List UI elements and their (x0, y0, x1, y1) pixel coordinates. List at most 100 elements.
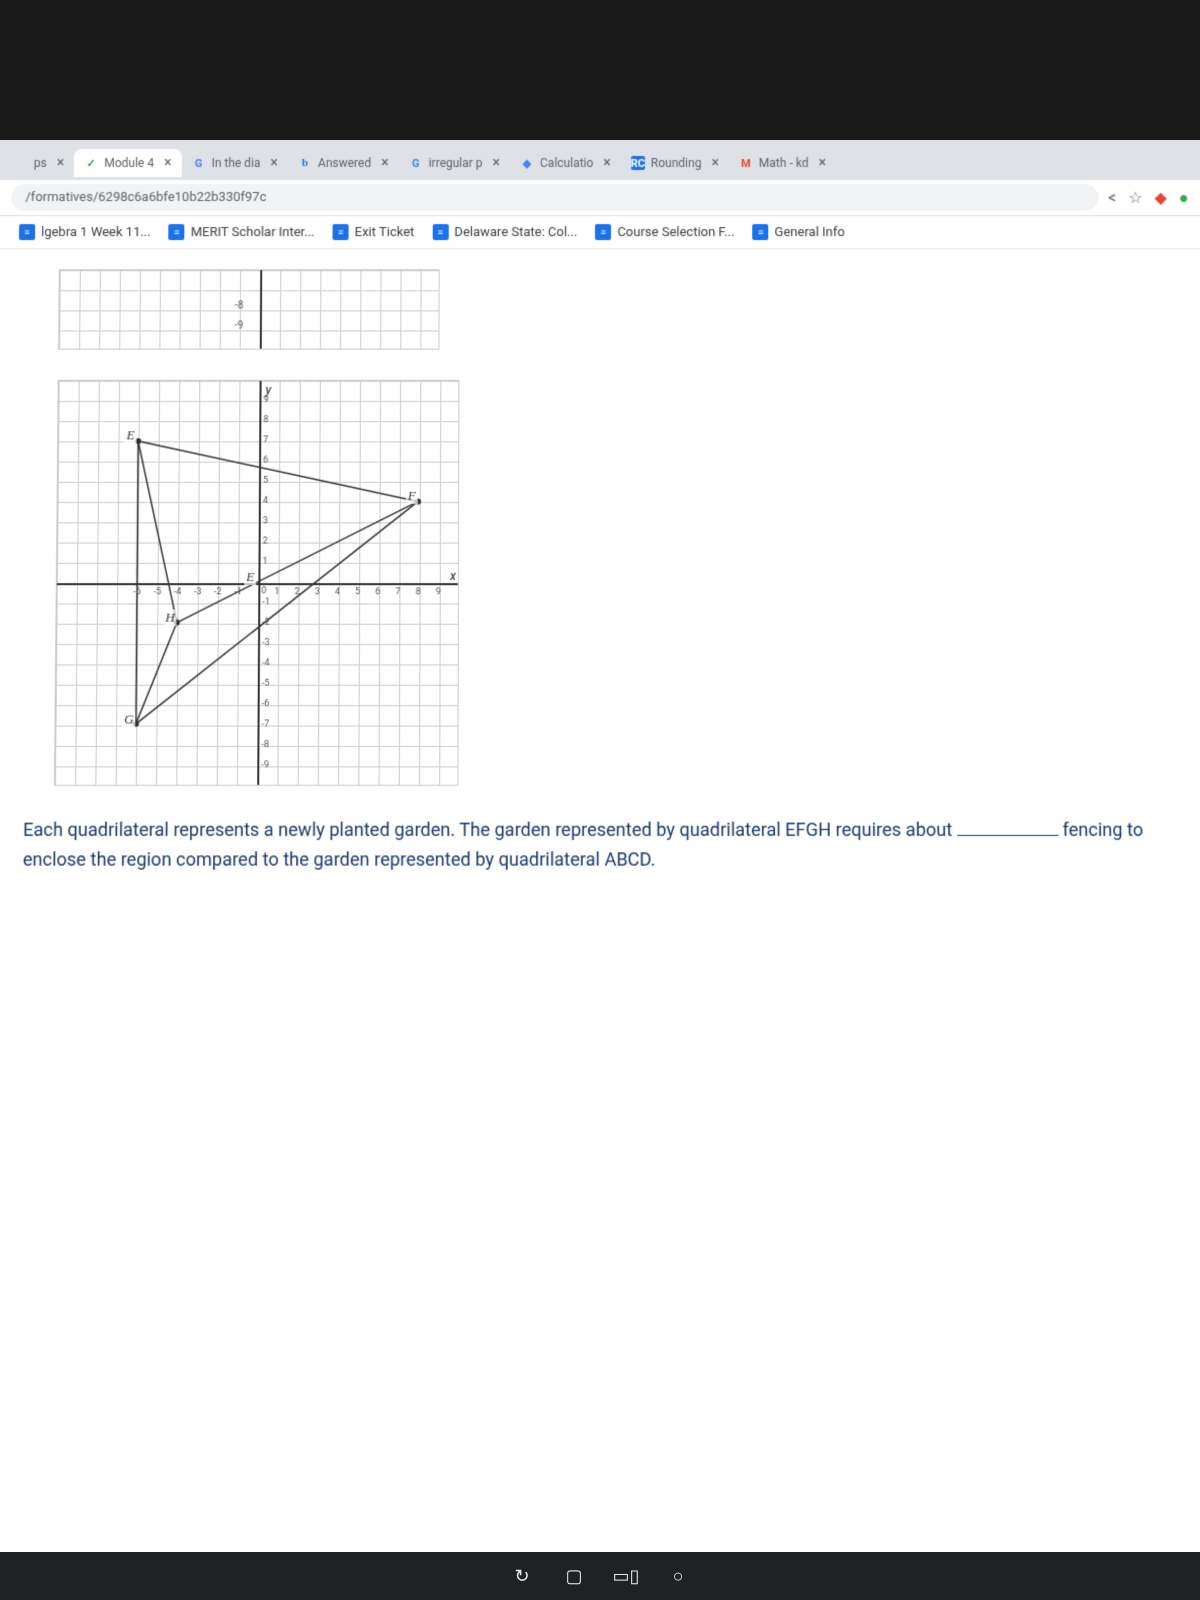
bookmark-item[interactable]: ≡ Exit Ticket (333, 224, 415, 240)
y-tick-label: 5 (263, 476, 268, 486)
star-icon[interactable]: ☆ (1128, 188, 1143, 207)
bookmark-item[interactable]: ≡ lgebra 1 Week 11... (19, 224, 151, 240)
close-icon[interactable]: × (818, 155, 826, 171)
tab-title: In the dia (211, 156, 260, 170)
y-tick-label: 3 (263, 516, 268, 526)
browser-window: ps×✓Module 4×GIn the dia×bAnswered×Girre… (0, 140, 1200, 1574)
tab-title: Answered (318, 156, 371, 170)
tab-title: Math - kd (759, 156, 809, 170)
bookmark-icon: ≡ (169, 224, 185, 240)
tick-label: -9 (235, 320, 243, 331)
y-tick-label: -7 (262, 719, 270, 729)
bookmark-icon: ≡ (753, 224, 769, 240)
close-icon[interactable]: × (381, 155, 389, 171)
tab-title: Rounding (651, 156, 702, 170)
browser-tab[interactable]: ✓ Module 4 × (74, 149, 181, 177)
browser-tab[interactable]: G In the dia × (181, 149, 288, 177)
x-tick-label: -1 (234, 587, 242, 597)
favicon-icon: ◆ (520, 156, 534, 170)
y-tick-label: -3 (262, 638, 270, 648)
browser-tab[interactable]: M Math - kd × (729, 149, 836, 177)
x-tick-label: 5 (355, 587, 360, 597)
y-tick-label: 1 (263, 557, 268, 567)
y-tick-label: -2 (262, 618, 270, 628)
x-axis (57, 583, 458, 585)
tab-title: Module 4 (104, 156, 154, 170)
x-tick-label: -4 (174, 587, 182, 597)
answer-blank[interactable] (957, 818, 1058, 836)
y-tick-label: -5 (262, 679, 270, 689)
y-tick-label: -9 (261, 760, 269, 770)
x-tick-label: 9 (436, 587, 441, 597)
task-view-icon[interactable]: ▭▯ (612, 1562, 640, 1590)
browser-tab[interactable]: ◆ Calculatio × (510, 149, 621, 177)
x-tick-label: 6 (375, 587, 380, 597)
graph-container: -8 -9 y x (54, 269, 1187, 786)
bookmarks-bar: ≡ lgebra 1 Week 11... ≡MERIT Scholar Inter… (0, 216, 1200, 249)
x-tick-label: -6 (133, 587, 141, 597)
url-input[interactable]: /formatives/6298c6a6bfe10b22b330f97c (11, 184, 1098, 211)
bookmark-label: Course Selection F... (617, 225, 734, 240)
favicon-icon: RC (631, 156, 645, 170)
browser-tab[interactable]: b Answered × (288, 149, 399, 177)
share-icon[interactable]: < (1108, 188, 1116, 207)
bookmark-icon: ≡ (595, 224, 611, 240)
tab-strip: ps×✓Module 4×GIn the dia×bAnswered×Girre… (0, 140, 1200, 180)
bookmark-item[interactable]: ≡MERIT Scholar Inter... (169, 224, 315, 240)
y-tick-label: 9 (263, 395, 268, 405)
y-tick-label: -8 (261, 740, 269, 750)
question-part1: Each quadrilateral represents a newly pl… (23, 820, 952, 841)
favicon-icon: M (739, 156, 753, 170)
x-tick-label: -2 (214, 587, 222, 597)
close-icon[interactable]: × (270, 155, 278, 171)
browser-tab[interactable]: RC Rounding × (621, 149, 729, 177)
x-tick-label: 2 (295, 587, 300, 597)
bookmark-label: lgebra 1 Week 11... (41, 225, 151, 240)
bookmark-item[interactable]: ≡ Delaware State: Col... (432, 224, 577, 240)
browser-tab[interactable]: Girregular p× (399, 149, 510, 177)
taskbar: ↻ ▢ ▭▯ ○ (0, 1552, 1200, 1600)
close-icon[interactable]: × (164, 155, 172, 171)
x-tick-label: -3 (194, 587, 202, 597)
x-tick-label: 3 (315, 587, 320, 597)
close-icon[interactable]: × (57, 155, 65, 171)
tab-title: ps (34, 156, 47, 170)
refresh-icon[interactable]: ↻ (508, 1562, 536, 1590)
question-text: Each quadrilateral represents a newly pl… (12, 816, 1188, 916)
bookmark-label: Delaware State: Col... (454, 225, 577, 240)
x-tick-label: 7 (395, 587, 400, 597)
toolbar-icons: < ☆ ◆ ● (1108, 188, 1189, 208)
tab-title: Calculatio (540, 156, 593, 170)
close-icon[interactable]: × (711, 155, 719, 171)
tab-title: irregular p (429, 156, 483, 170)
x-axis-label: x (450, 569, 456, 583)
favicon-icon: b (298, 156, 312, 170)
y-tick-label: 7 (263, 435, 268, 445)
circle-icon[interactable]: ○ (664, 1562, 692, 1590)
origin-label: 0 (261, 586, 266, 596)
y-tick-label: 2 (263, 536, 268, 546)
y-tick-label: -6 (262, 699, 270, 709)
vertex-label: H (163, 610, 177, 626)
bookmark-label: Exit Ticket (355, 225, 415, 240)
close-icon[interactable]: × (603, 155, 610, 171)
bookmark-item[interactable]: ≡ Course Selection F... (595, 224, 734, 240)
app-icon[interactable]: ▢ (560, 1562, 588, 1590)
bookmark-icon: ≡ (19, 224, 35, 240)
browser-tab[interactable]: ps × (4, 149, 75, 177)
bookmark-icon: ≡ (333, 224, 349, 240)
extension-icon[interactable]: ◆ (1154, 188, 1167, 207)
bookmark-icon: ≡ (432, 224, 448, 240)
favicon-icon: ✓ (84, 156, 98, 170)
address-bar: /formatives/6298c6a6bfe10b22b330f97c < ☆… (0, 180, 1200, 216)
bookmark-label: General Info (775, 225, 845, 240)
favicon-icon (14, 156, 28, 170)
bookmark-item[interactable]: ≡ General Info (753, 224, 845, 240)
favicon-icon: G (191, 156, 205, 170)
x-tick-label: -5 (153, 587, 161, 597)
x-tick-label: 8 (416, 587, 421, 597)
close-icon[interactable]: × (493, 155, 501, 171)
y-tick-label: 8 (263, 415, 268, 425)
profile-icon[interactable]: ● (1179, 188, 1189, 208)
y-tick-label: -4 (262, 658, 270, 668)
